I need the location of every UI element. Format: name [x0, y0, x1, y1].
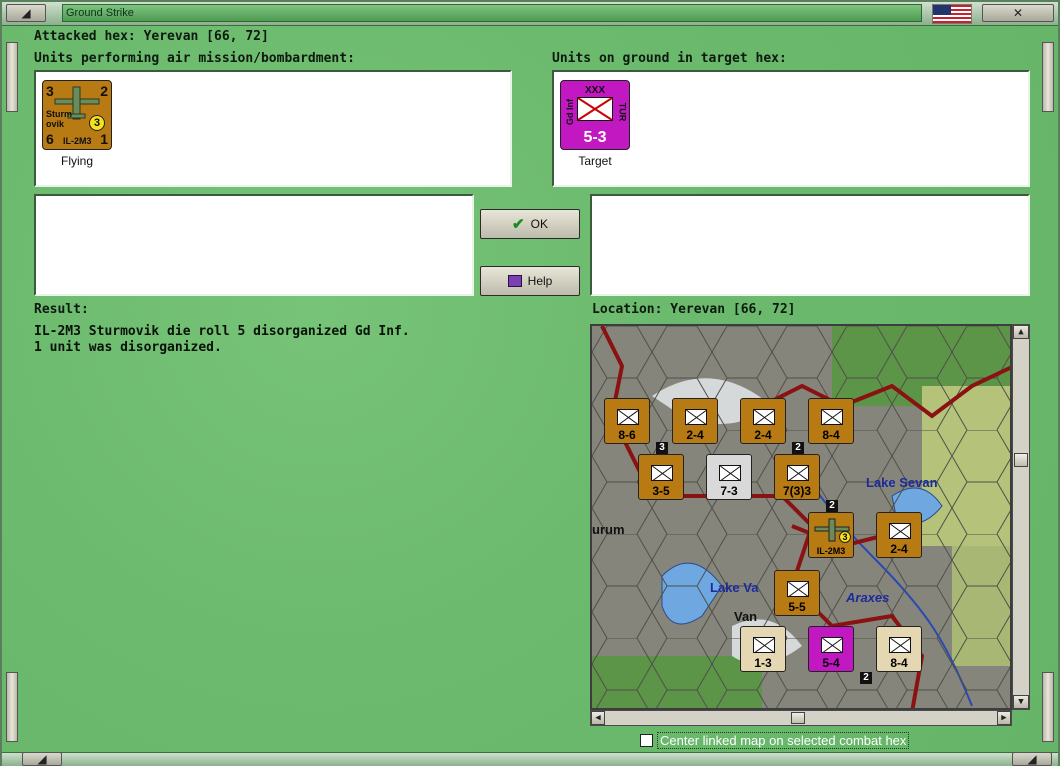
map-counter-5[interactable]: 3-5 [638, 454, 684, 500]
map-counter-8[interactable]: 2-4 [876, 512, 922, 558]
ground-units-label: Units on ground in target hex: [552, 51, 787, 66]
erzurum-label: urum [592, 522, 625, 537]
result-label: Result: [34, 302, 89, 317]
map-counter-6-strength: 7-3 [720, 484, 738, 498]
van-label: Van [734, 609, 758, 624]
center-map-option[interactable]: Center linked map on selected combat hex [640, 732, 910, 749]
map-sturmovik-type: IL-2M3 [816, 546, 846, 556]
counter-top-right: 2 [100, 83, 108, 99]
result-line-1: IL-2M3 Sturmovik die roll 5 disorganized… [34, 324, 410, 339]
scroll-down-arrow-icon[interactable]: ▼ [1013, 695, 1029, 709]
left-resize-handle-bottom[interactable] [6, 672, 18, 742]
map-counter-8-strength: 2-4 [890, 542, 908, 556]
map-counter-12-strength: 8-4 [890, 656, 908, 670]
stack-badge-3: 2 [826, 500, 838, 512]
bottom-left-button[interactable]: ◢ [22, 752, 62, 766]
help-book-icon [507, 275, 522, 287]
map-counter-7-strength: 7(3)3 [782, 484, 811, 498]
map-counter-1-strength: 8-6 [618, 428, 636, 442]
map-counter-2[interactable]: 2-4 [672, 398, 718, 444]
air-details-panel [34, 194, 474, 296]
map-counter-12[interactable]: 8-4 [876, 626, 922, 672]
gd-inf-counter[interactable]: XXX Gd Inf TUR 5-3 [560, 80, 630, 150]
map-counter-10-strength: 1-3 [754, 656, 772, 670]
ok-button[interactable]: ✔ OK [480, 209, 580, 239]
map-counter-10[interactable]: 1-3 [740, 626, 786, 672]
left-resize-handle[interactable] [6, 42, 18, 112]
close-button[interactable]: ✕ [982, 4, 1054, 22]
stack-badge-2: 2 [792, 442, 804, 454]
map-counter-5-strength: 3-5 [652, 484, 670, 498]
vertical-scroll-thumb[interactable] [1014, 453, 1028, 467]
flying-caption: Flying [60, 154, 93, 168]
minimize-button[interactable]: ◢ [6, 4, 46, 22]
map-horizontal-scrollbar[interactable]: ◀ ▶ [590, 710, 1012, 726]
bottom-bar: ◢ ◢ [2, 752, 1058, 766]
air-units-panel: 3 2 Sturm ovik 3 6 IL-2M3 1 Flying [34, 70, 512, 187]
map-counter-9-strength: 5-5 [788, 600, 806, 614]
counter-bottom-right: 1 [100, 131, 108, 147]
map-counter-11[interactable]: 5-4 [808, 626, 854, 672]
infantry-symbol-icon [577, 97, 613, 121]
lake-van-label: Lake Va [710, 580, 759, 595]
counter-name-2: ovik [46, 119, 65, 129]
ground-strike-window: ◢ Ground Strike ✕ Attacked hex: Yerevan … [0, 0, 1060, 766]
counter-name-1: Sturm [46, 109, 73, 119]
map-counter-2-strength: 2-4 [686, 428, 704, 442]
ok-button-label: OK [530, 217, 548, 231]
unit-strength: 5-3 [583, 129, 607, 146]
map-vertical-scrollbar[interactable]: ▲ ▼ [1012, 324, 1030, 710]
araxes-label: Araxes [846, 590, 890, 605]
title-bar: ◢ Ground Strike ✕ [2, 2, 1058, 26]
location-label: Location: Yerevan [66, 72] [592, 302, 796, 317]
ground-details-panel [590, 194, 1030, 296]
unit-side-left: Gd Inf [565, 99, 575, 125]
attacked-hex-label: Attacked hex: Yerevan [66, 72] [34, 29, 269, 44]
counter-bottom-left: 6 [46, 131, 54, 147]
hex-map-terrain [592, 326, 1010, 708]
map-counter-3[interactable]: 2-4 [740, 398, 786, 444]
map-sturmovik-badge: 3 [839, 531, 851, 543]
window-title: Ground Strike [62, 4, 922, 22]
resize-grip-icon[interactable]: ◢ [1012, 752, 1052, 766]
linked-map[interactable]: Lake Sevan Lake Va Van Araxes urum 8-6 2… [590, 324, 1012, 710]
map-counter-sturmovik[interactable]: 3 IL-2M3 [808, 512, 854, 558]
air-units-label: Units performing air mission/bombardment… [34, 51, 355, 66]
help-button-label: Help [527, 274, 553, 288]
map-counter-9[interactable]: 5-5 [774, 570, 820, 616]
scroll-left-arrow-icon[interactable]: ◀ [591, 711, 605, 725]
stack-badge-4: 2 [860, 672, 872, 684]
map-counter-6[interactable]: 7-3 [706, 454, 752, 500]
map-counter-7[interactable]: 7(3)3 [774, 454, 820, 500]
sturmovik-counter[interactable]: 3 2 Sturm ovik 3 6 IL-2M3 1 [42, 80, 112, 150]
map-counter-1[interactable]: 8-6 [604, 398, 650, 444]
counter-type: IL-2M3 [63, 136, 92, 146]
scroll-up-arrow-icon[interactable]: ▲ [1013, 325, 1029, 339]
right-resize-handle-bottom[interactable] [1042, 672, 1054, 742]
checkmark-icon: ✔ [512, 216, 525, 233]
unit-side-right: TUR [616, 102, 627, 122]
counter-badge: 3 [89, 115, 105, 131]
map-counter-3-strength: 2-4 [754, 428, 772, 442]
map-counter-11-strength: 5-4 [822, 656, 840, 670]
stack-badge-1: 3 [656, 442, 668, 454]
map-counter-4-strength: 8-4 [822, 428, 840, 442]
unit-size: XXX [585, 85, 606, 96]
ground-units-panel: XXX Gd Inf TUR 5-3 Target [552, 70, 1030, 187]
us-flag-icon [932, 4, 972, 24]
center-map-checkbox-label[interactable]: Center linked map on selected combat hex [657, 732, 910, 749]
map-counter-4[interactable]: 8-4 [808, 398, 854, 444]
result-line-2: 1 unit was disorganized. [34, 340, 222, 355]
horizontal-scroll-thumb[interactable] [791, 712, 805, 724]
help-button[interactable]: Help [480, 266, 580, 296]
center-map-checkbox[interactable] [640, 734, 653, 747]
scroll-right-arrow-icon[interactable]: ▶ [997, 711, 1011, 725]
lake-sevan-label: Lake Sevan [866, 475, 938, 490]
target-caption: Target [578, 154, 612, 168]
right-resize-handle[interactable] [1042, 42, 1054, 112]
